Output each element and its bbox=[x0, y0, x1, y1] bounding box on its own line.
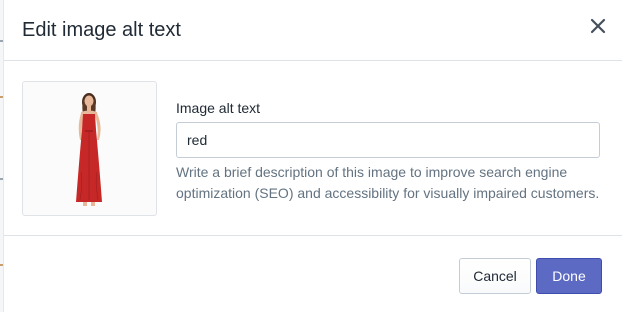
alt-text-help-text: Write a brief description of this image … bbox=[176, 164, 600, 201]
cancel-button[interactable]: Cancel bbox=[459, 258, 531, 294]
modal-header: Edit image alt text bbox=[4, 0, 622, 61]
close-icon[interactable] bbox=[587, 15, 609, 37]
modal-title: Edit image alt text bbox=[22, 19, 181, 41]
edit-alt-text-modal: Edit image alt text Image alt text red W… bbox=[3, 0, 622, 312]
screen: Edit image alt text Image alt text red W… bbox=[0, 0, 622, 312]
alt-text-input[interactable] bbox=[176, 122, 600, 158]
modal-footer: Cancel Done bbox=[4, 235, 622, 313]
product-image-thumbnail bbox=[22, 81, 157, 216]
product-photo-red-dress-icon bbox=[76, 93, 102, 206]
done-button[interactable]: Done bbox=[536, 258, 602, 294]
modal-body: Image alt text Write a brief description… bbox=[4, 61, 622, 235]
alt-text-label: Image alt text bbox=[176, 100, 261, 116]
